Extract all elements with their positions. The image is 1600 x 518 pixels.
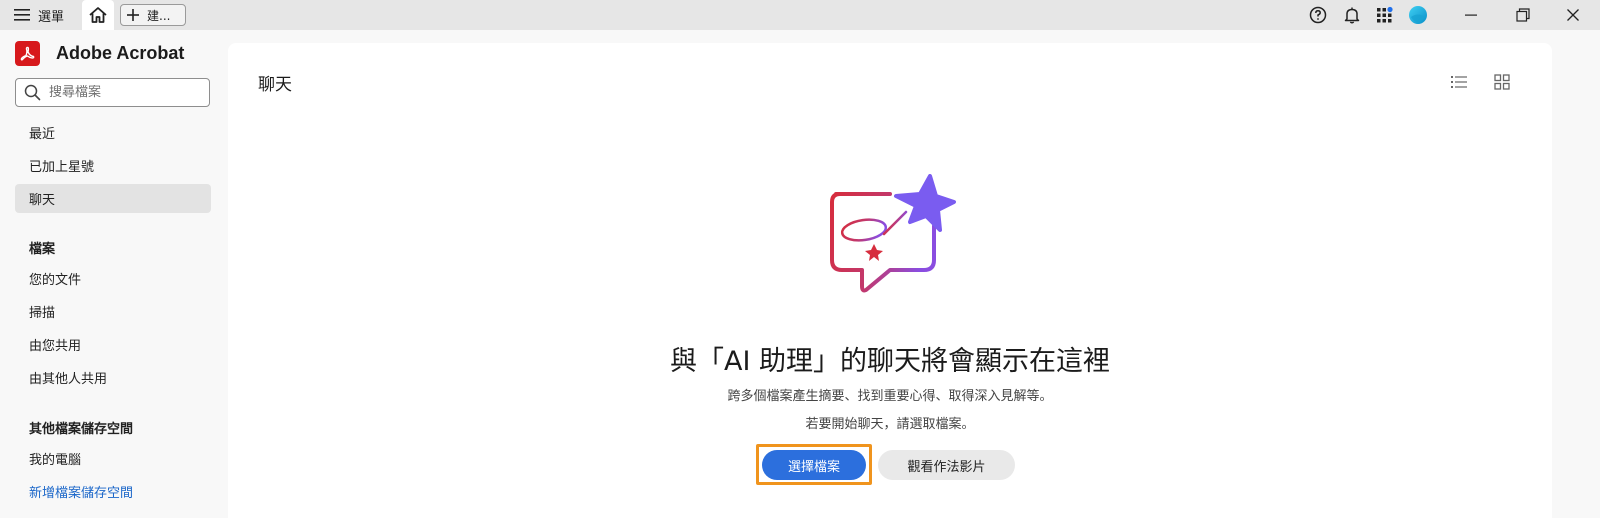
restore-icon (1516, 8, 1530, 22)
list-view-button[interactable] (1448, 71, 1470, 93)
empty-state-hint: 若要開始聊天，請選取檔案。 (805, 417, 975, 432)
nav-item-label: 聊天 (29, 193, 56, 208)
nav-item-label: 您的文件 (29, 273, 82, 288)
files-section-heading: 檔案 (29, 242, 56, 257)
title-bar: 選單 建... (0, 0, 1600, 30)
minimize-icon (1465, 14, 1477, 16)
minimize-button[interactable] (1448, 0, 1494, 30)
nav-item-recent[interactable]: 最近 (15, 118, 211, 147)
profile-button[interactable] (1408, 5, 1428, 25)
grid-view-button[interactable] (1491, 71, 1513, 93)
empty-state-description: 跨多個檔案產生摘要、找到重要心得、取得深入見解等。 (727, 389, 1053, 404)
nav-item-my-computer[interactable]: 我的電腦 (15, 444, 211, 473)
close-window-button[interactable] (1550, 0, 1596, 30)
notifications-button[interactable] (1342, 5, 1362, 25)
new-tab-button[interactable]: 建... (120, 4, 186, 26)
grid-view-icon (1494, 74, 1510, 90)
nav-item-shared-by-others[interactable]: 由其他人共用 (15, 363, 211, 392)
ai-chat-illustration-icon (830, 174, 956, 293)
nav-item-starred[interactable]: 已加上星號 (15, 151, 211, 180)
hamburger-icon (14, 9, 30, 21)
nav-item-label: 已加上星號 (29, 160, 95, 175)
profile-icon (1409, 6, 1427, 24)
list-view-icon (1451, 76, 1467, 88)
menu-label: 選單 (38, 9, 65, 25)
nav-item-label: 我的電腦 (29, 453, 82, 468)
home-tab[interactable] (82, 0, 114, 30)
search-icon (24, 84, 41, 101)
nav-item-label: 由其他人共用 (29, 372, 108, 387)
main-panel: 聊天 與「AI 助理」的聊天將會顯示在這裡 跨多個檔案產生摘要、找到重要心得、取… (228, 43, 1552, 518)
search-input[interactable] (49, 85, 199, 100)
empty-state-heading: 與「AI 助理」的聊天將會顯示在這裡 (669, 346, 1110, 377)
sidebar: Adobe Acrobat 最近 已加上星號 聊天 檔案 您的文件 掃描 由您共… (0, 30, 226, 518)
app-brand: Adobe Acrobat (15, 41, 184, 66)
nav-item-label: 掃描 (29, 306, 56, 321)
menu-button[interactable]: 選單 (14, 4, 64, 26)
close-icon (1567, 9, 1579, 21)
acrobat-logo-icon (15, 41, 40, 66)
restore-button[interactable] (1500, 0, 1546, 30)
add-storage-link[interactable]: 新增檔案儲存空間 (15, 477, 211, 506)
help-icon (1309, 6, 1327, 24)
nav-item-chats[interactable]: 聊天 (15, 184, 211, 213)
storage-section-heading: 其他檔案儲存空間 (29, 422, 134, 437)
home-icon (89, 7, 107, 23)
search-box[interactable] (15, 78, 210, 107)
page-title: 聊天 (258, 75, 292, 95)
apps-icon (1377, 6, 1393, 23)
app-name: Adobe Acrobat (56, 43, 185, 63)
nav-item-label: 新增檔案儲存空間 (29, 486, 134, 501)
nav-item-shared-by-you[interactable]: 由您共用 (15, 330, 211, 359)
watch-tutorial-button[interactable]: 觀看作法影片 (878, 450, 1015, 480)
select-file-button[interactable]: 選擇檔案 (762, 450, 866, 480)
nav-item-scans[interactable]: 掃描 (15, 297, 211, 326)
bell-icon (1344, 7, 1360, 24)
nav-item-label: 由您共用 (29, 339, 82, 354)
help-button[interactable] (1308, 5, 1328, 25)
nav-item-your-documents[interactable]: 您的文件 (15, 264, 211, 293)
nav-item-label: 最近 (29, 127, 56, 142)
plus-icon (127, 9, 139, 21)
apps-button[interactable] (1375, 5, 1395, 25)
new-tab-label: 建... (147, 8, 171, 23)
